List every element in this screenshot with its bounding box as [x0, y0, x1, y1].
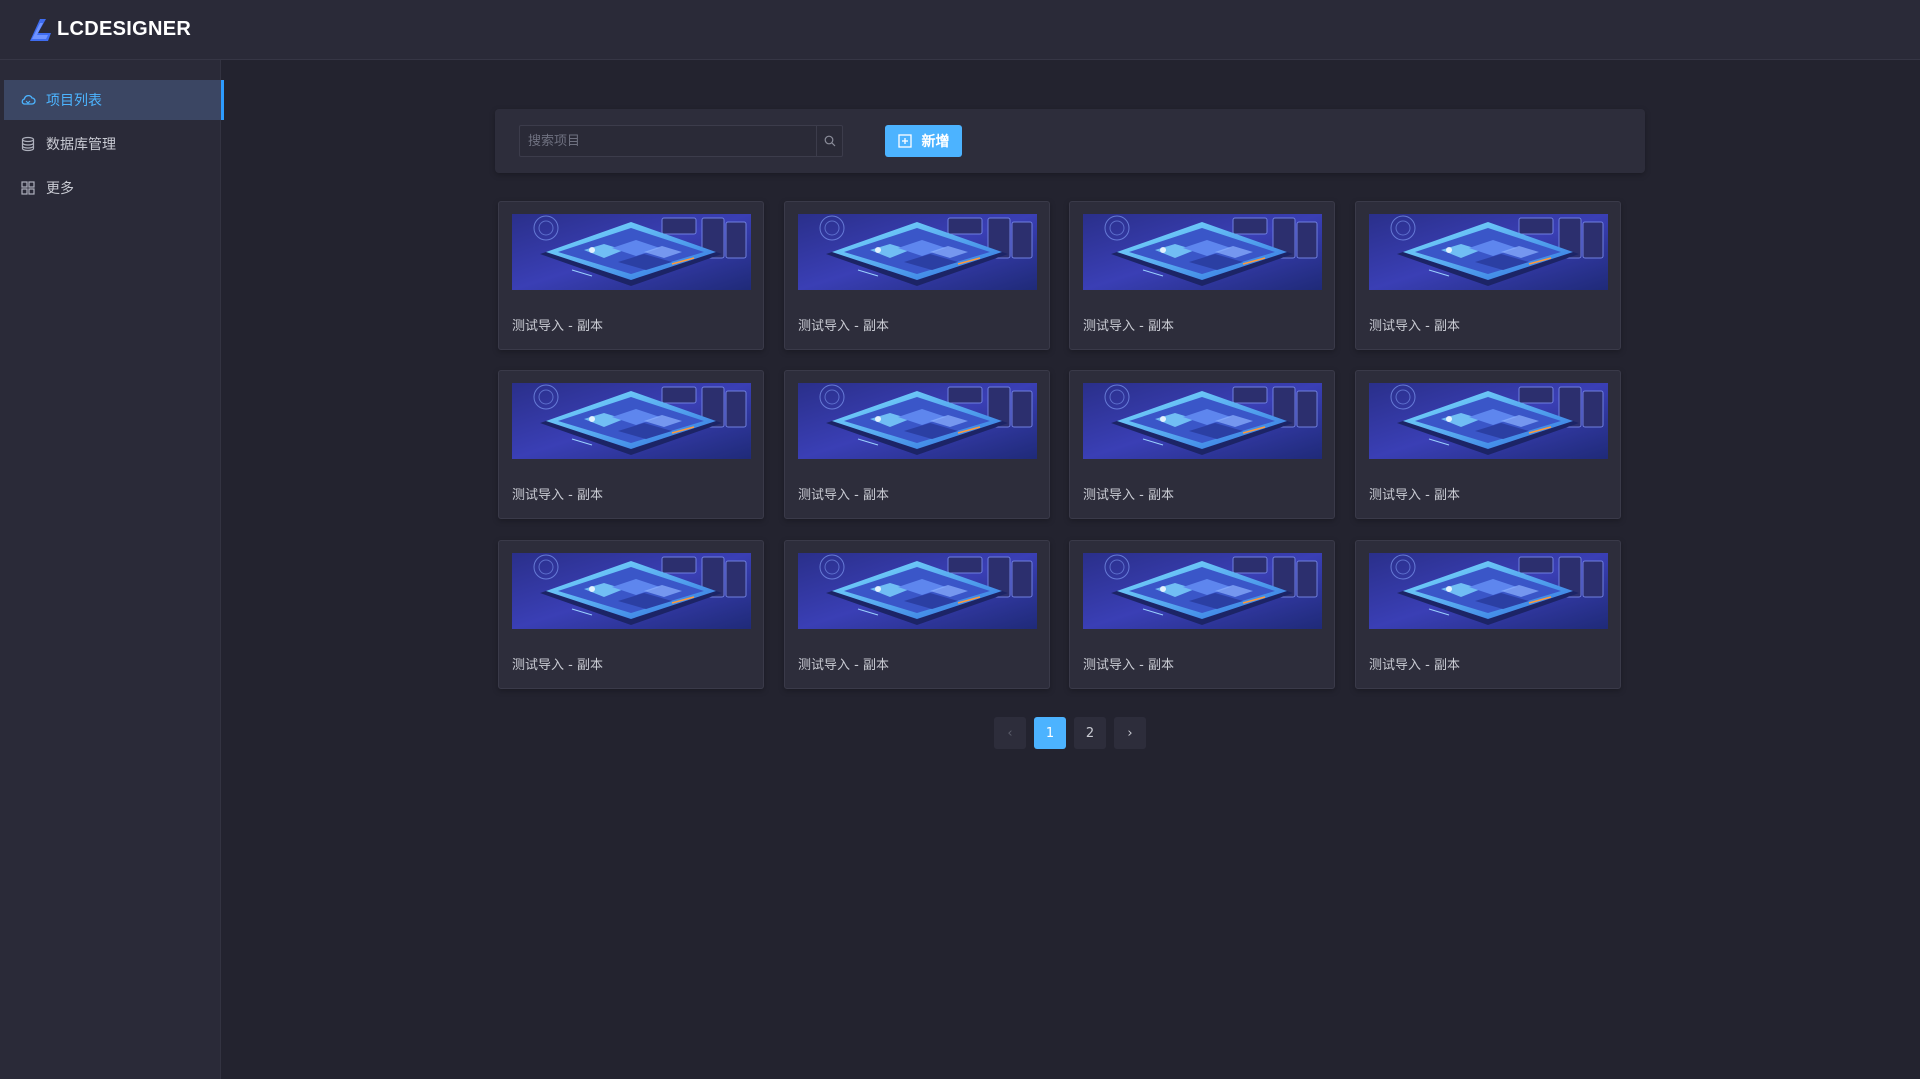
database-icon: [20, 136, 36, 152]
chevron-right-icon: ›: [1127, 725, 1133, 741]
project-thumbnail: [1369, 553, 1608, 629]
project-thumbnail: [512, 553, 751, 629]
page-1-button[interactable]: 1: [1034, 717, 1066, 749]
project-thumbnail: [1369, 383, 1608, 459]
project-thumbnail: [1369, 214, 1608, 290]
project-card[interactable]: 测试导入 - 副本: [498, 370, 764, 519]
add-button-label: 新增: [921, 134, 950, 150]
project-card[interactable]: 测试导入 - 副本: [1069, 201, 1335, 350]
project-card[interactable]: 测试导入 - 副本: [1355, 540, 1621, 689]
project-card[interactable]: 测试导入 - 副本: [1355, 201, 1621, 350]
sidebar-item-label: 更多: [46, 181, 74, 197]
project-title: 测试导入 - 副本: [798, 488, 889, 503]
sidebar-item-database[interactable]: 数据库管理: [4, 124, 224, 164]
project-thumbnail: [798, 214, 1037, 290]
search-input[interactable]: [520, 126, 816, 156]
project-title: 测试导入 - 副本: [1083, 658, 1174, 673]
search-button[interactable]: [816, 126, 842, 156]
page-2-button[interactable]: 2: [1074, 717, 1106, 749]
next-page-button[interactable]: ›: [1114, 717, 1146, 749]
project-title: 测试导入 - 副本: [1369, 658, 1460, 673]
project-card[interactable]: 测试导入 - 副本: [784, 540, 1050, 689]
sidebar-item-more[interactable]: 更多: [4, 168, 224, 208]
project-card[interactable]: 测试导入 - 副本: [1069, 370, 1335, 519]
logo-text: LCDESIGNER: [57, 18, 192, 40]
project-thumbnail: [512, 214, 751, 290]
sidebar-item-label: 项目列表: [46, 93, 102, 109]
project-title: 测试导入 - 副本: [1083, 319, 1174, 334]
chevron-left-icon: ‹: [1007, 725, 1013, 741]
project-title: 测试导入 - 副本: [798, 658, 889, 673]
search-box: [519, 125, 843, 157]
app-header: LCDESIGNER: [0, 0, 1920, 60]
project-title: 测试导入 - 副本: [1083, 488, 1174, 503]
page-number: 1: [1045, 725, 1055, 741]
project-thumbnail: [1083, 383, 1322, 459]
search-icon: [824, 135, 835, 147]
project-thumbnail: [1083, 214, 1322, 290]
project-card[interactable]: 测试导入 - 副本: [498, 201, 764, 350]
project-card[interactable]: 测试导入 - 副本: [784, 201, 1050, 350]
project-card[interactable]: 测试导入 - 副本: [498, 540, 764, 689]
sidebar-item-projects[interactable]: 项目列表: [4, 80, 224, 120]
project-title: 测试导入 - 副本: [512, 658, 603, 673]
logo-icon: [30, 18, 51, 41]
page-number: 2: [1085, 725, 1095, 741]
project-title: 测试导入 - 副本: [798, 319, 889, 334]
add-project-button[interactable]: 新增: [885, 125, 962, 157]
project-card[interactable]: 测试导入 - 副本: [1069, 540, 1335, 689]
add-icon: [897, 134, 912, 148]
logo[interactable]: LCDESIGNER: [24, 17, 191, 43]
prev-page-button[interactable]: ‹: [994, 717, 1026, 749]
cloud-icon: [20, 92, 36, 108]
project-thumbnail: [798, 553, 1037, 629]
project-thumbnail: [798, 383, 1037, 459]
project-toolbar: 新增: [495, 109, 1645, 173]
project-title: 测试导入 - 副本: [1369, 319, 1460, 334]
sidebar: 项目列表 数据库管理 更多: [0, 60, 224, 1079]
project-thumbnail: [1083, 553, 1322, 629]
project-title: 测试导入 - 副本: [512, 319, 603, 334]
project-title: 测试导入 - 副本: [1369, 488, 1460, 503]
project-card[interactable]: 测试导入 - 副本: [1355, 370, 1621, 519]
project-card[interactable]: 测试导入 - 副本: [784, 370, 1050, 519]
project-title: 测试导入 - 副本: [512, 488, 603, 503]
sidebar-item-label: 数据库管理: [46, 137, 116, 153]
project-thumbnail: [512, 383, 751, 459]
grid-icon: [20, 180, 36, 196]
